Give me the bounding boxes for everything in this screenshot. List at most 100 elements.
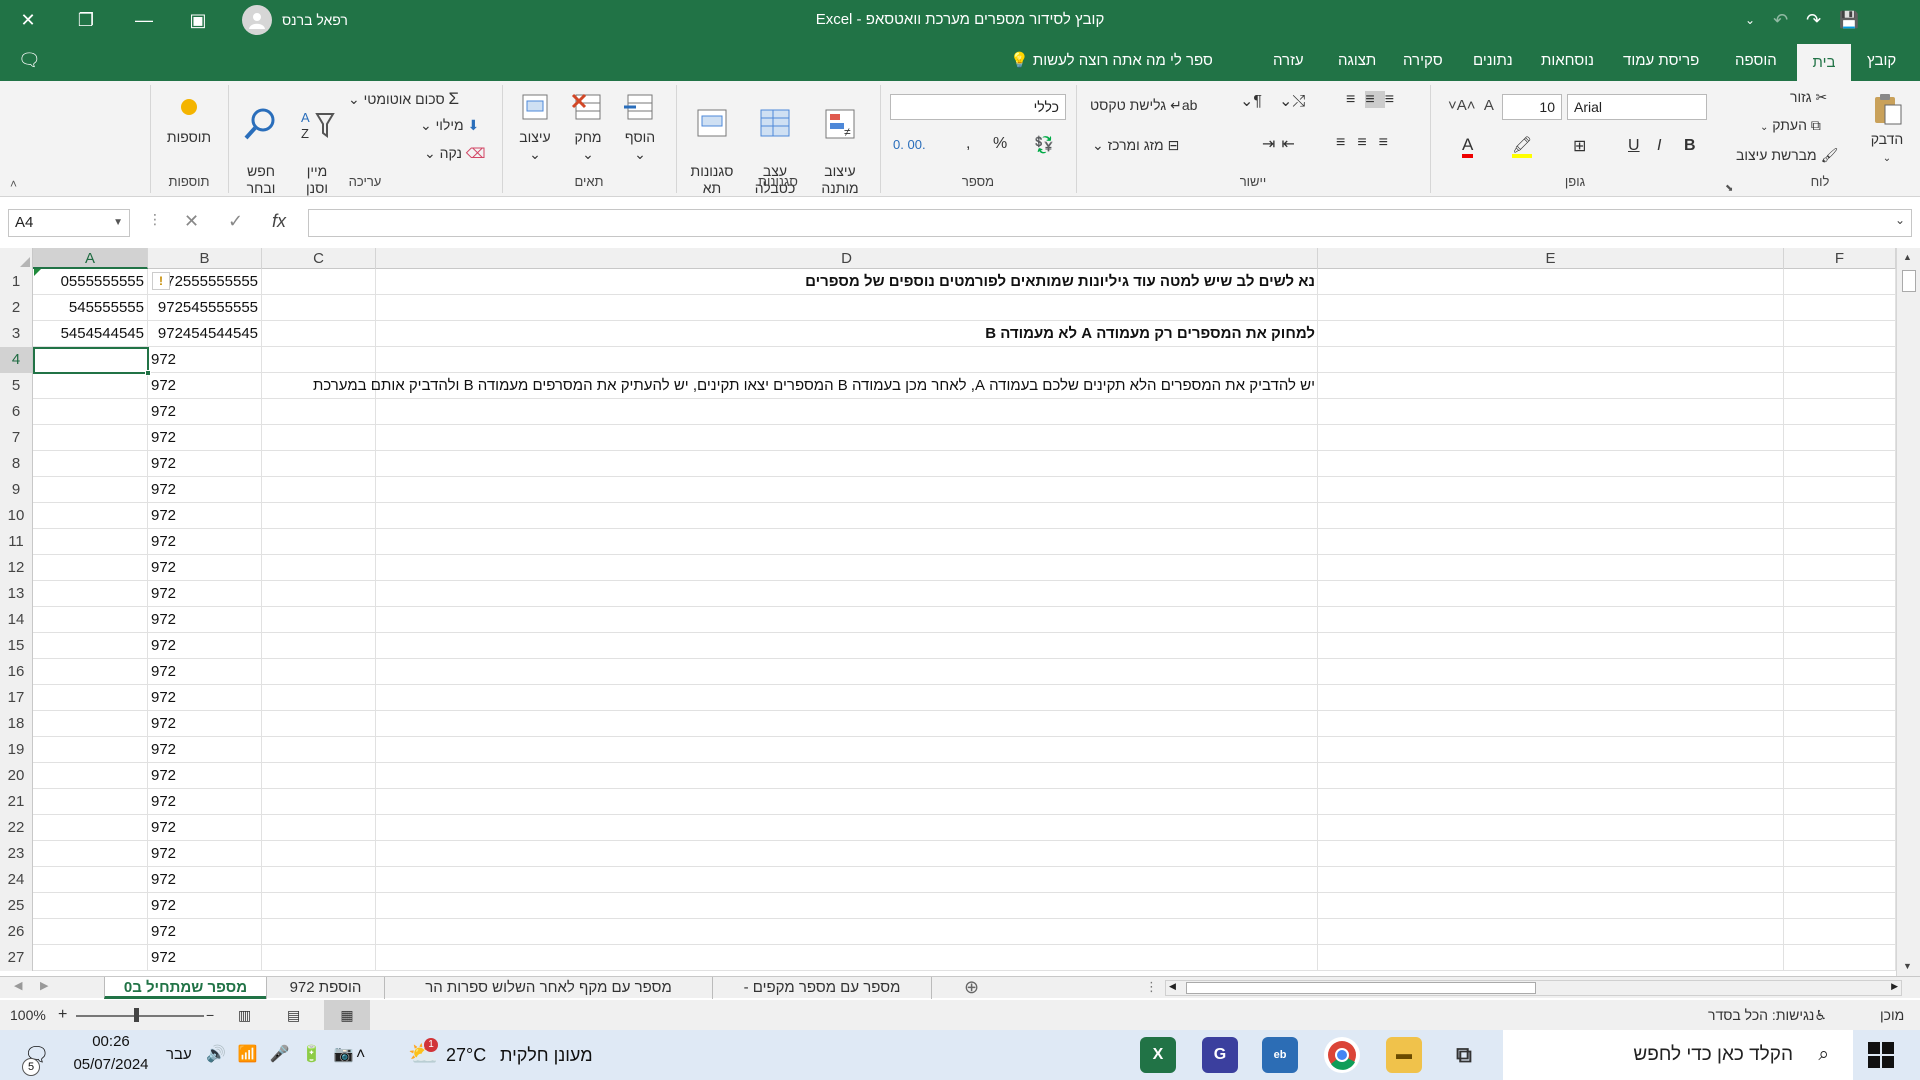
cell-d17[interactable] bbox=[262, 685, 1318, 711]
cell-a19[interactable] bbox=[33, 737, 148, 763]
cell-e5[interactable] bbox=[1318, 373, 1784, 399]
tab-insert[interactable]: הוספה bbox=[1725, 40, 1787, 81]
row-header[interactable]: 15 bbox=[0, 633, 33, 659]
comma-style-button[interactable]: , bbox=[966, 135, 970, 153]
row-header[interactable]: 19 bbox=[0, 737, 33, 763]
task-view-icon[interactable]: ⧉ bbox=[1446, 1037, 1482, 1073]
font-size-select[interactable]: 10 bbox=[1502, 94, 1562, 120]
cell-d26[interactable] bbox=[262, 919, 1318, 945]
cell-b8[interactable]: 972 bbox=[148, 451, 262, 477]
cell-e22[interactable] bbox=[1318, 815, 1784, 841]
cell-f3[interactable] bbox=[1784, 321, 1896, 347]
number-format-select[interactable]: כללי bbox=[890, 94, 1066, 120]
cell-f5[interactable] bbox=[1784, 373, 1896, 399]
redo-icon[interactable]: ↷ bbox=[1806, 10, 1821, 31]
cell-a5[interactable] bbox=[33, 373, 148, 399]
dialog-launcher-icon[interactable]: ⬊ bbox=[1725, 183, 1733, 194]
chrome-icon[interactable] bbox=[1324, 1037, 1360, 1073]
cell-a22[interactable] bbox=[33, 815, 148, 841]
cell-a9[interactable] bbox=[33, 477, 148, 503]
customize-qat-icon[interactable]: ⌄ bbox=[1745, 13, 1755, 27]
cell-e6[interactable] bbox=[1318, 399, 1784, 425]
horizontal-scrollbar[interactable]: ◀ ▶ bbox=[1165, 980, 1902, 996]
paste-button[interactable]: הדבק ⌄ bbox=[1862, 91, 1912, 167]
cell-f19[interactable] bbox=[1784, 737, 1896, 763]
cell-d22[interactable] bbox=[262, 815, 1318, 841]
cell-e8[interactable] bbox=[1318, 451, 1784, 477]
row-header[interactable]: 9 bbox=[0, 477, 33, 503]
font-name-select[interactable]: Arial bbox=[1567, 94, 1707, 120]
addins-button[interactable]: תוספות bbox=[156, 89, 222, 146]
cell-f13[interactable] bbox=[1784, 581, 1896, 607]
row-header[interactable]: 23 bbox=[0, 841, 33, 867]
cell-a27[interactable] bbox=[33, 945, 148, 971]
cell-f14[interactable] bbox=[1784, 607, 1896, 633]
clock-time[interactable]: 00:26 bbox=[76, 1033, 146, 1050]
scroll-thumb[interactable] bbox=[1902, 270, 1916, 292]
cell-e20[interactable] bbox=[1318, 763, 1784, 789]
cell-d10[interactable] bbox=[262, 503, 1318, 529]
horizontal-align-icons[interactable]: ≡≡≡ bbox=[1336, 134, 1400, 152]
column-header-f[interactable]: F bbox=[1784, 248, 1896, 269]
cell-e4[interactable] bbox=[1318, 347, 1784, 373]
sheet-tab-0[interactable]: מספר שמתחיל ב0 bbox=[104, 977, 266, 999]
weather-temperature[interactable]: 27°C bbox=[446, 1030, 486, 1080]
cell-e21[interactable] bbox=[1318, 789, 1784, 815]
merge-center-button[interactable]: ⊟ מזג ומרכז ⌄ bbox=[1092, 137, 1179, 154]
enter-icon[interactable]: ✓ bbox=[228, 211, 243, 232]
cell-d27[interactable] bbox=[262, 945, 1318, 971]
row-header[interactable]: 12 bbox=[0, 555, 33, 581]
tab-file[interactable]: קובץ bbox=[1857, 40, 1906, 81]
scroll-right-icon[interactable]: ▶ bbox=[1891, 981, 1898, 992]
comments-icon[interactable]: 🗨 bbox=[18, 50, 41, 71]
cell-d4[interactable] bbox=[262, 347, 1318, 373]
excel-app-icon[interactable]: X bbox=[1140, 1037, 1176, 1073]
cell-b12[interactable]: 972 bbox=[148, 555, 262, 581]
cell-b23[interactable]: 972 bbox=[148, 841, 262, 867]
cell-d24[interactable] bbox=[262, 867, 1318, 893]
cell-a1[interactable]: 0555555555 bbox=[33, 269, 148, 295]
row-header[interactable]: 2 bbox=[0, 295, 33, 321]
row-header[interactable]: 11 bbox=[0, 529, 33, 555]
cell-f24[interactable] bbox=[1784, 867, 1896, 893]
row-header[interactable]: 1 bbox=[0, 269, 33, 295]
column-header-c[interactable]: C bbox=[262, 248, 376, 269]
cell-d7[interactable] bbox=[262, 425, 1318, 451]
cell-b24[interactable]: 972 bbox=[148, 867, 262, 893]
cell-f7[interactable] bbox=[1784, 425, 1896, 451]
decimal-icons[interactable]: .00 .0 bbox=[893, 137, 926, 152]
cell-e12[interactable] bbox=[1318, 555, 1784, 581]
hscroll-thumb[interactable] bbox=[1186, 982, 1536, 994]
cell-d2[interactable] bbox=[262, 295, 1318, 321]
cell-a16[interactable] bbox=[33, 659, 148, 685]
font-color-icon[interactable]: A bbox=[1462, 135, 1474, 158]
row-header[interactable]: 5 bbox=[0, 373, 33, 399]
split-handle-icon[interactable]: ⋮ bbox=[1145, 979, 1158, 995]
row-header[interactable]: 21 bbox=[0, 789, 33, 815]
cell-e18[interactable] bbox=[1318, 711, 1784, 737]
cell-b9[interactable]: 972 bbox=[148, 477, 262, 503]
cell-f17[interactable] bbox=[1784, 685, 1896, 711]
autosum-button[interactable]: Σ סכום אוטומטי ⌄ bbox=[348, 89, 459, 109]
cell-d25[interactable] bbox=[262, 893, 1318, 919]
cell-b22[interactable]: 972 bbox=[148, 815, 262, 841]
row-header[interactable]: 18 bbox=[0, 711, 33, 737]
tab-view[interactable]: תצוגה bbox=[1328, 40, 1386, 81]
cell-d1[interactable]: נא לשים לב שיש למטה עוד גיליונות שמותאים… bbox=[262, 269, 1318, 295]
cell-e24[interactable] bbox=[1318, 867, 1784, 893]
windows-start-icon[interactable] bbox=[1868, 1042, 1894, 1068]
file-explorer-icon[interactable]: ▬ bbox=[1386, 1037, 1422, 1073]
row-header[interactable]: 8 bbox=[0, 451, 33, 477]
tray-icons[interactable]: 🔊📶🎤🔋📷 bbox=[206, 1030, 366, 1080]
row-header[interactable]: 10 bbox=[0, 503, 33, 529]
page-break-view-icon[interactable]: ▥ bbox=[238, 1000, 251, 1030]
input-language[interactable]: עבר bbox=[166, 1030, 192, 1080]
cell-d15[interactable] bbox=[262, 633, 1318, 659]
cell-d19[interactable] bbox=[262, 737, 1318, 763]
cell-a11[interactable] bbox=[33, 529, 148, 555]
orientation-icon[interactable]: ⤭⌄ bbox=[1279, 91, 1305, 111]
cell-d11[interactable] bbox=[262, 529, 1318, 555]
cell-f15[interactable] bbox=[1784, 633, 1896, 659]
select-all-corner[interactable] bbox=[0, 248, 33, 269]
percent-button[interactable]: % bbox=[993, 135, 1007, 153]
